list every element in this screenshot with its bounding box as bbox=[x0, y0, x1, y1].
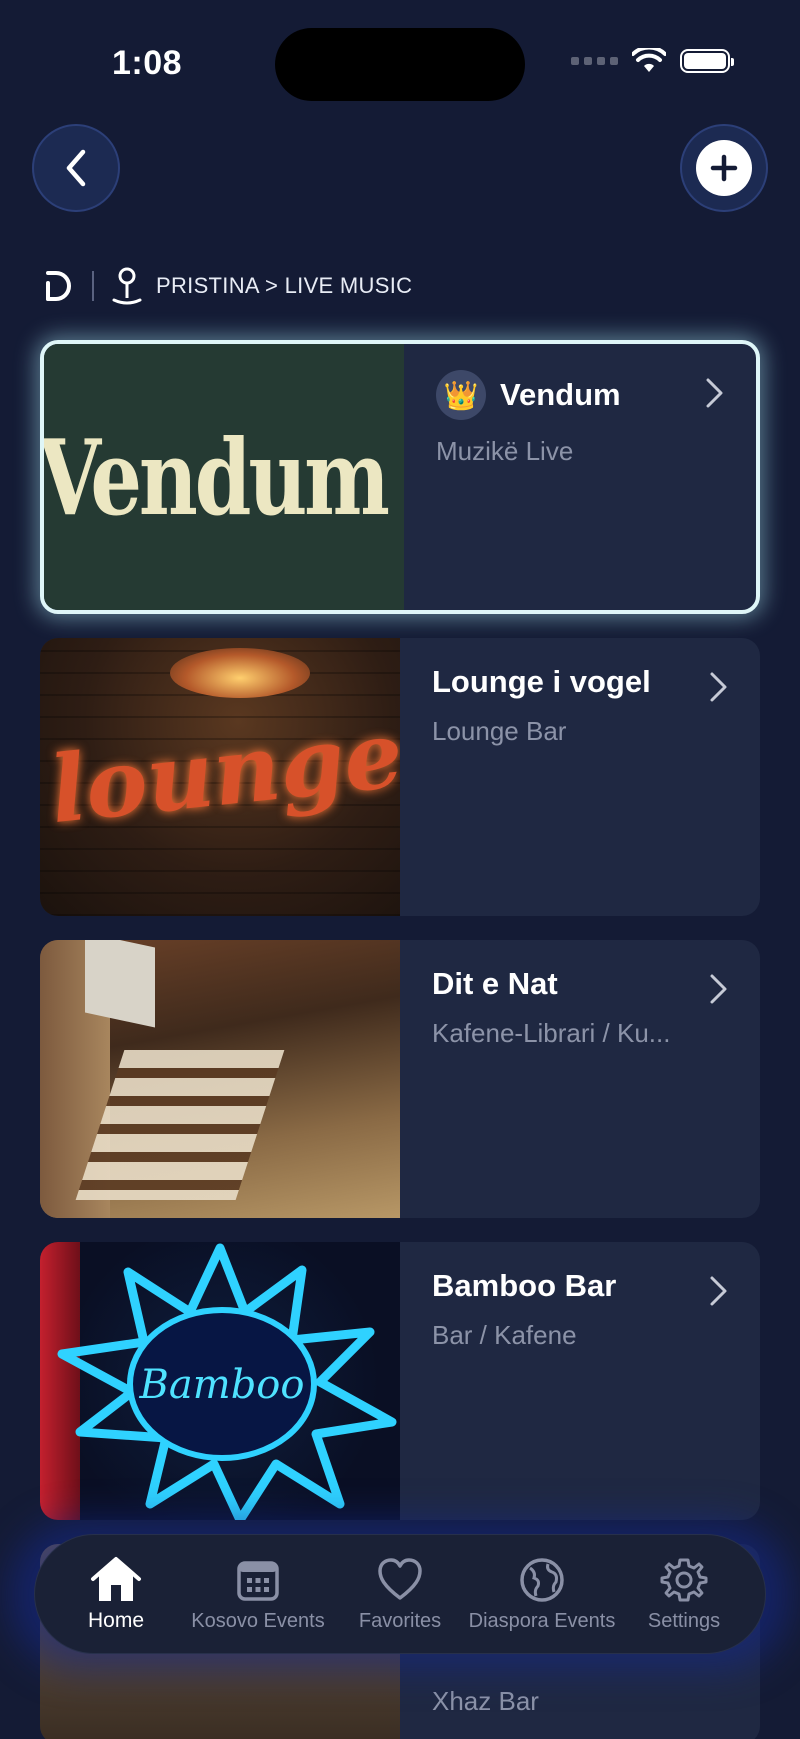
calendar-icon bbox=[237, 1560, 279, 1601]
tab-settings[interactable]: Settings bbox=[614, 1556, 754, 1633]
venue-title: Vendum bbox=[500, 377, 621, 412]
tab-favorites[interactable]: Favorites bbox=[330, 1556, 470, 1633]
venue-image: Vendum bbox=[44, 344, 404, 610]
breadcrumb: PRISTINA > LIVE MUSIC bbox=[42, 266, 412, 306]
tab-diaspora-events[interactable]: Diaspora Events bbox=[469, 1556, 615, 1633]
tab-label: Settings bbox=[647, 1609, 721, 1632]
venue-subtitle: Kafene-Librari / Ku... bbox=[432, 1018, 671, 1048]
home-icon bbox=[91, 1557, 141, 1601]
tab-label: Kosovo Events bbox=[191, 1609, 325, 1632]
dynamic-island bbox=[275, 28, 525, 101]
wifi-icon bbox=[632, 48, 666, 72]
chevron-right-icon bbox=[710, 1276, 727, 1306]
cellular-signal-icon bbox=[571, 57, 618, 65]
status-time: 1:08 bbox=[112, 44, 183, 82]
venue-card-body: Bamboo Bar Bar / Kafene bbox=[400, 1242, 760, 1520]
add-button[interactable] bbox=[680, 124, 768, 212]
plus-icon bbox=[696, 140, 752, 196]
tab-label: Diaspora Events bbox=[468, 1609, 616, 1632]
chevron-right-icon bbox=[710, 974, 727, 1004]
venue-title: Dit e Nat bbox=[432, 966, 558, 1001]
venue-card-lounge-i-vogel[interactable]: lounge Lounge i vogel Lounge Bar bbox=[40, 638, 760, 916]
venue-subtitle: Bar / Kafene bbox=[432, 1320, 577, 1350]
app-logo-icon bbox=[46, 271, 71, 301]
venue-image: lounge bbox=[40, 638, 400, 916]
tab-label: Favorites bbox=[358, 1609, 442, 1632]
breadcrumb-divider bbox=[92, 271, 94, 301]
breadcrumb-path: PRISTINA > LIVE MUSIC bbox=[156, 273, 413, 298]
svg-text:Bamboo: Bamboo bbox=[139, 1362, 305, 1408]
venue-subtitle: Xhaz Bar bbox=[432, 1686, 539, 1716]
chevron-left-icon bbox=[66, 149, 86, 187]
gear-icon bbox=[660, 1558, 708, 1601]
battery-icon bbox=[680, 49, 734, 73]
chevron-right-icon bbox=[706, 378, 723, 408]
crown-icon: 👑 bbox=[436, 370, 486, 420]
venue-title: Lounge i vogel bbox=[432, 664, 651, 699]
venue-card-body: 👑 Vendum Muzikë Live bbox=[404, 344, 756, 610]
venue-card-body: Dit e Nat Kafene-Librari / Ku... bbox=[400, 940, 760, 1218]
tab-home[interactable]: Home bbox=[46, 1555, 186, 1633]
venue-card-bamboo-bar[interactable]: Bamboo Bamboo Bar Bar / Kafene bbox=[40, 1242, 760, 1520]
globe-icon bbox=[520, 1557, 564, 1602]
venue-card-body: Lounge i vogel Lounge Bar bbox=[400, 638, 760, 916]
venue-card-dit-e-nat[interactable]: Dit e Nat Kafene-Librari / Ku... bbox=[40, 940, 760, 1218]
heart-icon bbox=[378, 1557, 422, 1600]
tab-kosovo-events[interactable]: Kosovo Events bbox=[188, 1556, 328, 1633]
venue-image: Bamboo bbox=[40, 1242, 400, 1520]
tab-label: Home bbox=[87, 1609, 145, 1632]
venue-subtitle: Lounge Bar bbox=[432, 716, 567, 746]
venue-subtitle: Muzikë Live bbox=[436, 436, 574, 466]
venue-title: Bamboo Bar bbox=[432, 1268, 617, 1303]
status-icons bbox=[571, 48, 734, 74]
chevron-right-icon bbox=[710, 672, 727, 702]
venue-card-vendum[interactable]: Vendum 👑 Vendum Muzikë Live bbox=[40, 340, 760, 614]
venue-image bbox=[40, 940, 400, 1218]
back-button[interactable] bbox=[32, 124, 120, 212]
location-pin-icon bbox=[112, 267, 142, 305]
tab-bar: Home Kosovo Events Favorites Diaspora Ev… bbox=[34, 1534, 766, 1654]
